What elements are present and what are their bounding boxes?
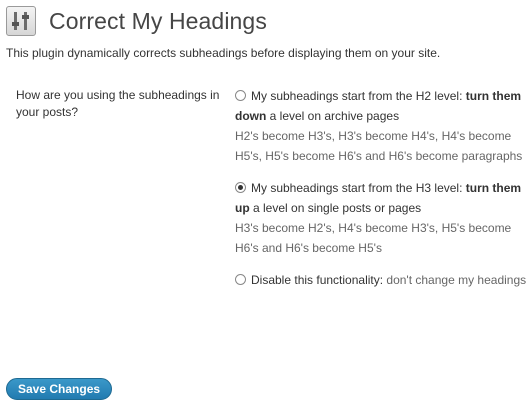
heading-options: My subheadings start from the H2 level: … <box>235 86 527 290</box>
intro-text: This plugin dynamically corrects subhead… <box>6 46 441 60</box>
radio-button[interactable] <box>235 274 246 285</box>
save-changes-button[interactable]: Save Changes <box>6 378 113 400</box>
option-label: Disable this functionality <box>251 273 380 287</box>
option-label: My subheadings start from the H3 level: <box>251 181 466 195</box>
page-title: Correct My Headings <box>49 7 267 34</box>
option-disable[interactable]: Disable this functionality: don't change… <box>235 270 527 290</box>
option-label: My subheadings start from the H2 level: <box>251 89 466 103</box>
option-description: don't change my headings <box>386 273 527 287</box>
radio-button[interactable] <box>235 182 246 193</box>
option-label-suffix: a level on archive pages <box>266 109 400 123</box>
field-label: How are you using the subheadings in you… <box>16 88 220 119</box>
radio-button[interactable] <box>235 90 246 101</box>
option-turn-down[interactable]: My subheadings start from the H2 level: … <box>235 86 527 166</box>
settings-sliders-icon <box>6 6 36 36</box>
option-label-suffix: a level on single posts or pages <box>249 201 422 215</box>
option-turn-up[interactable]: My subheadings start from the H3 level: … <box>235 178 527 258</box>
option-description: H2's become H3's, H3's become H4's, H4's… <box>235 129 523 163</box>
option-description: H3's become H2's, H4's become H3's, H5's… <box>235 221 512 255</box>
page-header: Correct My Headings <box>6 5 267 37</box>
